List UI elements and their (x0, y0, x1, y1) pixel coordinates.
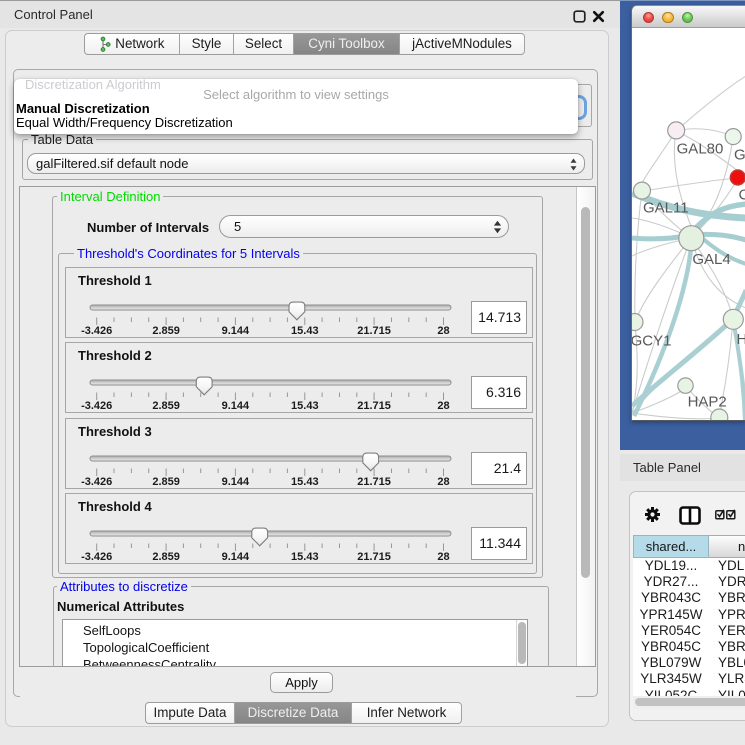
svg-text:21.715: 21.715 (357, 551, 391, 563)
svg-text:9.144: 9.144 (222, 400, 250, 412)
svg-text:9.144: 9.144 (222, 551, 250, 563)
svg-text:9.144: 9.144 (222, 325, 250, 337)
svg-text:15.43: 15.43 (291, 476, 319, 488)
svg-text:C: C (739, 187, 745, 204)
svg-text:-3.426: -3.426 (81, 325, 112, 337)
svg-text:28: 28 (437, 476, 449, 488)
svg-text:GA: GA (734, 147, 745, 164)
svg-text:-3.426: -3.426 (81, 476, 112, 488)
svg-text:-3.426: -3.426 (81, 551, 112, 563)
svg-text:21.715: 21.715 (357, 325, 391, 337)
svg-text:15.43: 15.43 (291, 400, 319, 412)
svg-text:2.859: 2.859 (152, 325, 180, 337)
svg-text:2.859: 2.859 (152, 551, 180, 563)
svg-text:2.859: 2.859 (152, 400, 180, 412)
svg-text:GCY1: GCY1 (632, 333, 671, 350)
svg-text:15.43: 15.43 (291, 325, 319, 337)
svg-text:28: 28 (437, 551, 449, 563)
svg-text:GAL80: GAL80 (677, 141, 724, 158)
svg-text:28: 28 (437, 400, 449, 412)
svg-text:-3.426: -3.426 (81, 400, 112, 412)
svg-text:21.715: 21.715 (357, 400, 391, 412)
svg-text:2.859: 2.859 (152, 476, 180, 488)
svg-text:H: H (737, 331, 745, 348)
svg-text:15.43: 15.43 (291, 551, 319, 563)
svg-text:GAL11: GAL11 (643, 200, 689, 217)
svg-text:28: 28 (437, 325, 449, 337)
svg-text:GAL4: GAL4 (692, 251, 730, 268)
svg-text:9.144: 9.144 (222, 476, 250, 488)
svg-text:HAP2: HAP2 (688, 394, 727, 411)
svg-text:21.715: 21.715 (357, 476, 391, 488)
